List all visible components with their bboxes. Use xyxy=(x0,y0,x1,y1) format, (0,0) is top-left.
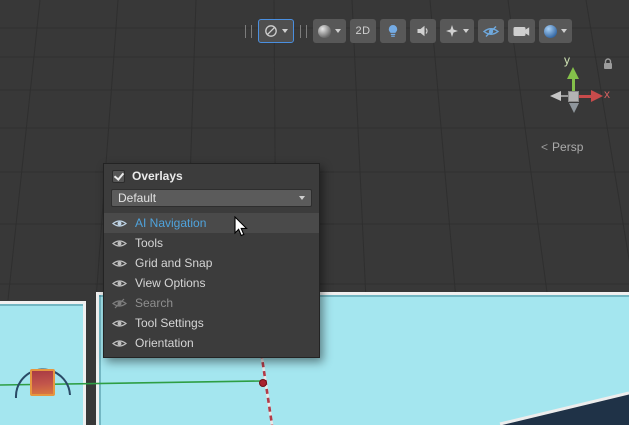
overlays-menu-item-search[interactable]: Search xyxy=(104,293,319,313)
visibility-eye-slash-icon[interactable] xyxy=(112,298,127,309)
axis-x-stem xyxy=(579,95,591,98)
caret-down-icon xyxy=(282,29,288,33)
caret-down-icon xyxy=(299,196,305,200)
gizmos-dropdown-button[interactable] xyxy=(539,19,572,43)
preset-dropdown-value: Default xyxy=(118,191,156,205)
caret-down-icon xyxy=(561,29,567,33)
caret-down-icon xyxy=(335,29,341,33)
gizmo-center-cube[interactable] xyxy=(568,91,579,102)
overlays-menu-item-orientation[interactable]: Orientation xyxy=(104,333,319,353)
orientation-gizmo: y x xyxy=(538,54,628,129)
shading-mode-dropdown-button[interactable] xyxy=(313,19,346,43)
visibility-eye-icon[interactable] xyxy=(112,218,127,229)
menu-item-label: Orientation xyxy=(135,336,194,350)
scene-visibility-toggle-button[interactable] xyxy=(478,19,504,43)
scene-visibility-eye-slash-icon xyxy=(483,25,499,38)
menu-item-label: View Options xyxy=(135,276,205,290)
camera-icon xyxy=(513,25,530,38)
toolbar-drag-handle[interactable] xyxy=(245,25,252,38)
toolbar-drag-handle[interactable] xyxy=(300,25,307,38)
effects-star-icon xyxy=(445,24,459,38)
menu-item-label: Tool Settings xyxy=(135,316,204,330)
axis-y-stem xyxy=(572,79,575,91)
menu-item-label: Grid and Snap xyxy=(135,256,212,270)
audio-speaker-icon xyxy=(416,24,430,38)
overlays-menu-item-ai-navigation[interactable]: AI Navigation xyxy=(104,213,319,233)
scene-view-toolbar: 2D xyxy=(243,19,572,43)
lightbulb-icon xyxy=(386,24,400,38)
visibility-eye-icon[interactable] xyxy=(112,278,127,289)
axis-negative-x-cone[interactable] xyxy=(550,91,561,101)
axis-y-cone[interactable] xyxy=(567,67,579,79)
audio-toggle-button[interactable] xyxy=(410,19,436,43)
overlays-menu-item-grid-and-snap[interactable]: Grid and Snap xyxy=(104,253,319,273)
visibility-eye-icon[interactable] xyxy=(112,258,127,269)
scene-floor-left xyxy=(0,301,86,425)
overlays-enabled-checkbox[interactable] xyxy=(112,170,125,183)
axis-x-label: x xyxy=(604,87,610,101)
scene-camera-settings-button[interactable] xyxy=(508,19,535,43)
unity-scene-view[interactable]: 2D xyxy=(0,0,629,425)
axis-y-label: y xyxy=(564,53,570,67)
axis-x-cone[interactable] xyxy=(591,90,603,102)
overlays-menu-item-tool-settings[interactable]: Tool Settings xyxy=(104,313,319,333)
shading-sphere-icon xyxy=(318,25,331,38)
overlays-preset-dropdown[interactable]: Default xyxy=(111,189,312,207)
axis-negative-x-stem xyxy=(561,95,568,97)
gizmos-sphere-icon xyxy=(544,25,557,38)
overlays-menu-title: Overlays xyxy=(132,169,183,183)
effects-dropdown-button[interactable] xyxy=(440,19,474,43)
ortho-toggle-arrow[interactable]: < xyxy=(541,140,548,154)
visibility-eye-icon[interactable] xyxy=(112,318,127,329)
menu-item-label: Tools xyxy=(135,236,163,250)
visibility-eye-icon[interactable] xyxy=(112,338,127,349)
scene-lighting-toggle-button[interactable] xyxy=(380,19,406,43)
overlays-menu-header: Overlays xyxy=(104,164,319,187)
overlays-dropdown-button[interactable] xyxy=(258,19,294,43)
gizmo-lock-icon[interactable] xyxy=(603,58,613,70)
projection-mode-label[interactable]: <Persp xyxy=(541,140,583,154)
menu-item-label: Search xyxy=(135,296,173,310)
overlays-menu-item-view-options[interactable]: View Options xyxy=(104,273,319,293)
selected-scene-object[interactable] xyxy=(30,369,55,396)
visibility-eye-icon[interactable] xyxy=(112,238,127,249)
overlays-compass-icon xyxy=(264,24,278,38)
2d-label: 2D xyxy=(355,25,370,37)
menu-item-label: AI Navigation xyxy=(135,216,206,230)
overlays-popup-menu: Overlays Default AI Navigation Tools xyxy=(103,163,320,358)
2d-toggle-button[interactable]: 2D xyxy=(350,19,376,43)
caret-down-icon xyxy=(463,29,469,33)
axis-negative-y-cone[interactable] xyxy=(569,103,579,113)
overlays-menu-item-tools[interactable]: Tools xyxy=(104,233,319,253)
